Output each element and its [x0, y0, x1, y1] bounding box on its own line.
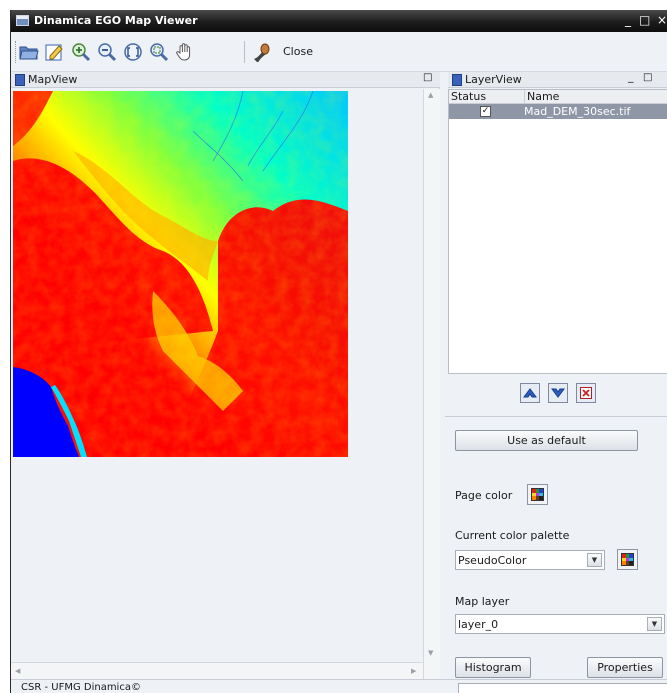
layerview-icon: [452, 74, 462, 86]
arrow-up-icon: [523, 388, 537, 398]
toolbar: Close: [11, 32, 667, 72]
pan-hand-icon[interactable]: [173, 40, 197, 64]
properties-button[interactable]: Properties: [587, 657, 663, 678]
scroll-right-arrow-icon[interactable]: ▶: [411, 667, 416, 675]
title-bar[interactable]: Dinamica EGO Map Viewer _ □ ×: [11, 10, 667, 32]
layer-properties: Use as default Page color Current color …: [445, 416, 667, 679]
move-layer-up-button[interactable]: [520, 383, 540, 403]
layerview-restore-button[interactable]: □: [643, 72, 652, 83]
zoom-in-icon[interactable]: [69, 40, 93, 64]
layerview-title: LayerView: [465, 73, 522, 86]
map-layer-label: Map layer: [455, 595, 510, 608]
minimize-button[interactable]: _: [625, 13, 631, 27]
app-window: Dinamica EGO Map Viewer _ □ × Close MapV…: [10, 10, 667, 693]
layerview-panel: LayerView _ □ Status Name ✓ Mad_DEM_30se…: [445, 70, 667, 679]
mapview-panel: MapView □ ▲ ▼ ◀ ▶: [11, 72, 440, 679]
color-grid-icon: [621, 553, 634, 566]
map-canvas[interactable]: [13, 91, 348, 457]
histogram-button[interactable]: Histogram: [455, 657, 531, 678]
layer-name: Mad_DEM_30sec.tif: [524, 105, 631, 118]
palette-value: PseudoColor: [458, 554, 527, 567]
column-status[interactable]: Status: [451, 90, 486, 103]
dem-raster-image: [13, 91, 348, 457]
scroll-left-arrow-icon[interactable]: ◀: [15, 667, 20, 675]
zoom-region-icon[interactable]: [147, 40, 171, 64]
page-color-label: Page color: [455, 489, 513, 502]
chevron-down-icon[interactable]: ▼: [587, 553, 602, 567]
map-layer-value: layer_0: [458, 618, 499, 631]
map-horizontal-scrollbar[interactable]: ◀ ▶: [11, 662, 423, 679]
palette-label: Current color palette: [455, 529, 570, 542]
use-as-default-button[interactable]: Use as default: [455, 430, 638, 451]
scroll-up-arrow-icon[interactable]: ▲: [428, 91, 433, 99]
remove-icon: [580, 387, 592, 399]
mapview-restore-button[interactable]: □: [423, 72, 432, 83]
remove-layer-button[interactable]: [576, 383, 596, 403]
page-color-button[interactable]: [527, 484, 548, 505]
layerview-header: LayerView _ □: [448, 70, 667, 88]
mapview-icon: [15, 74, 25, 86]
edit-map-icon[interactable]: [43, 40, 67, 64]
mapview-title: MapView: [28, 73, 78, 86]
layer-row[interactable]: ✓ Mad_DEM_30sec.tif: [449, 104, 667, 119]
close-button[interactable]: Close: [283, 45, 313, 58]
mapview-header: MapView □: [11, 72, 440, 88]
layer-order-controls: [445, 374, 667, 414]
app-icon: [16, 15, 29, 26]
status-field: [458, 683, 667, 693]
layerview-minimize-button[interactable]: _: [628, 70, 634, 83]
layer-table-header: Status Name: [449, 90, 667, 104]
status-bar: CSR - UFMG Dinamica©: [11, 679, 667, 693]
zoom-fit-icon[interactable]: [121, 40, 145, 64]
palette-select[interactable]: PseudoColor ▼: [455, 550, 605, 570]
scroll-down-arrow-icon[interactable]: ▼: [428, 649, 433, 657]
status-text: CSR - UFMG Dinamica©: [21, 682, 141, 693]
color-picker-icon[interactable]: [249, 40, 273, 64]
color-grid-icon: [531, 488, 544, 501]
zoom-out-icon[interactable]: [95, 40, 119, 64]
map-layer-select[interactable]: layer_0 ▼: [455, 614, 665, 634]
arrow-down-icon: [551, 388, 565, 398]
toolbar-separator: [244, 41, 245, 63]
layer-visibility-checkbox[interactable]: ✓: [480, 106, 491, 117]
layer-table: Status Name ✓ Mad_DEM_30sec.tif: [448, 89, 667, 374]
map-vertical-scrollbar[interactable]: ▲ ▼: [423, 89, 440, 679]
maximize-button[interactable]: □: [639, 13, 650, 27]
chevron-down-icon[interactable]: ▼: [647, 617, 662, 631]
column-name[interactable]: Name: [524, 90, 559, 103]
window-title: Dinamica EGO Map Viewer: [34, 14, 198, 27]
close-window-button[interactable]: ×: [657, 13, 667, 27]
move-layer-down-button[interactable]: [548, 383, 568, 403]
open-folder-icon[interactable]: [17, 40, 41, 64]
palette-color-button[interactable]: [617, 549, 638, 570]
